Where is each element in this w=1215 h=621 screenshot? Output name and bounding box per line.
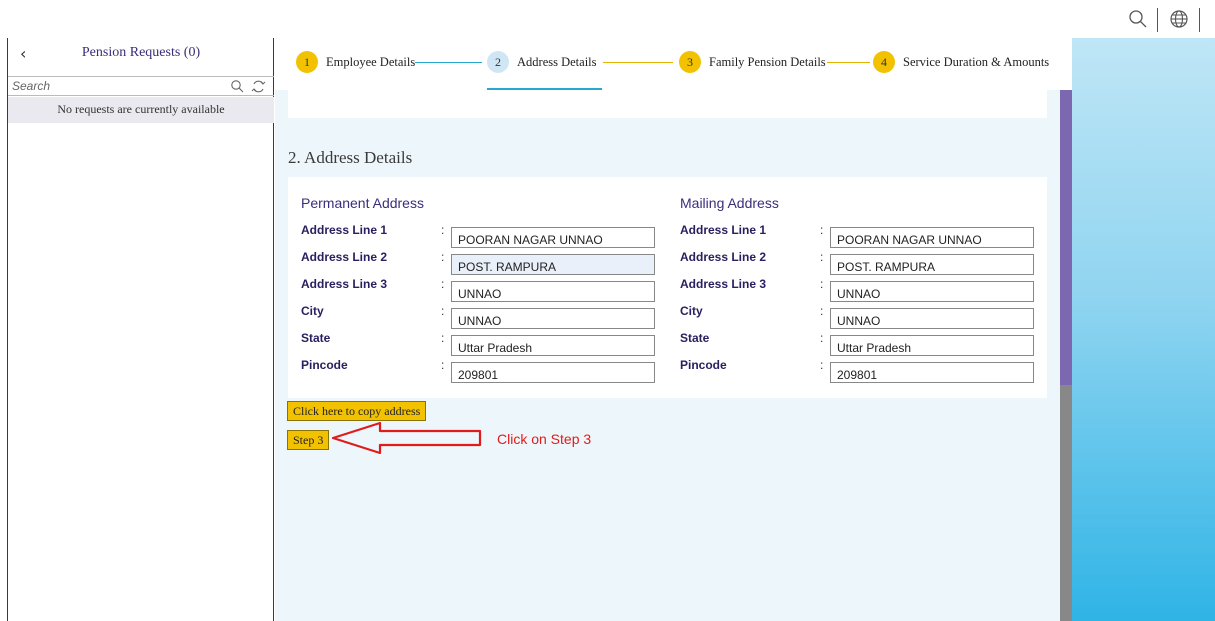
empty-requests-message: No requests are currently available (8, 97, 274, 123)
permanent-address-title: Permanent Address (301, 195, 424, 211)
mail-pincode-input[interactable] (830, 362, 1034, 383)
perm-state-label: State (301, 331, 331, 345)
perm-city-label: City (301, 304, 324, 318)
perm-address-line3-input[interactable] (451, 281, 655, 302)
red-arrow-annotation (332, 421, 482, 455)
mail-state-label: State (680, 331, 710, 345)
section-title: 2. Address Details (288, 148, 413, 167)
step-service-duration-amounts[interactable]: 4 Service Duration & Amounts (873, 50, 1049, 74)
step-label: Employee Details (326, 54, 416, 69)
step-label: Family Pension Details (709, 54, 826, 69)
annotation-text: Click on Step 3 (497, 431, 592, 447)
colon: : (820, 223, 824, 237)
mail-city-label: City (680, 304, 703, 318)
perm-address-line1-label: Address Line 1 (301, 223, 388, 237)
main-panel: 1 Employee Details 2 Address Details 3 F… (275, 38, 1072, 621)
step-employee-details[interactable]: 1 Employee Details (296, 50, 415, 74)
mail-address-line3-input[interactable] (830, 281, 1034, 302)
address-panel: Permanent Address Mailing Address Addres… (288, 177, 1047, 398)
perm-city-input[interactable] (451, 308, 655, 329)
toolbar-divider (1157, 8, 1158, 32)
colon: : (441, 223, 445, 237)
step-family-pension-details[interactable]: 3 Family Pension Details (679, 50, 826, 74)
colon: : (820, 331, 824, 345)
search-icon[interactable] (230, 79, 245, 94)
toolbar-divider (1199, 8, 1200, 32)
step-connector (603, 62, 673, 63)
step-number-badge: 4 (873, 51, 895, 73)
search-icon[interactable] (1127, 8, 1149, 30)
colon: : (820, 277, 824, 291)
sidebar-header: ‹ Pension Requests (0) (8, 38, 273, 78)
form-content: 2. Address Details Permanent Address Mai… (275, 90, 1060, 621)
step-number-badge: 1 (296, 51, 318, 73)
mail-state-input[interactable] (830, 335, 1034, 356)
mail-address-line2-input[interactable] (830, 254, 1034, 275)
refresh-icon[interactable] (251, 79, 266, 94)
colon: : (820, 358, 824, 372)
perm-state-input[interactable] (451, 335, 655, 356)
colon: : (441, 358, 445, 372)
step-label: Address Details (517, 54, 597, 69)
wizard-stepper: 1 Employee Details 2 Address Details 3 F… (275, 38, 1072, 90)
perm-address-line3-label: Address Line 3 (301, 277, 388, 291)
perm-address-line1-input[interactable] (451, 227, 655, 248)
sidebar-title: Pension Requests (0) (81, 45, 201, 60)
mail-address-line1-input[interactable] (830, 227, 1034, 248)
step-connector (415, 62, 482, 63)
top-bar (0, 0, 1215, 38)
mail-address-line3-label: Address Line 3 (680, 277, 767, 291)
mail-pincode-label: Pincode (680, 358, 727, 372)
step-connector (827, 62, 870, 63)
previous-section-strip (288, 90, 1047, 118)
decorative-background (1072, 38, 1215, 621)
colon: : (441, 250, 445, 264)
mail-city-input[interactable] (830, 308, 1034, 329)
colon: : (820, 304, 824, 318)
step-number-badge: 3 (679, 51, 701, 73)
pension-requests-sidebar: ‹ Pension Requests (0) No requests are c… (7, 38, 274, 621)
copy-address-button[interactable]: Click here to copy address (287, 401, 427, 421)
perm-pincode-input[interactable] (451, 362, 655, 383)
perm-address-line2-label: Address Line 2 (301, 250, 388, 264)
colon: : (820, 250, 824, 264)
colon: : (441, 304, 445, 318)
search-input[interactable] (12, 78, 212, 94)
mail-address-line2-label: Address Line 2 (680, 250, 767, 264)
step-number-badge: 2 (487, 51, 509, 73)
colon: : (441, 331, 445, 345)
step-address-details[interactable]: 2 Address Details (487, 50, 597, 74)
perm-pincode-label: Pincode (301, 358, 348, 372)
step-label: Service Duration & Amounts (903, 54, 1050, 69)
perm-address-line2-input[interactable] (451, 254, 655, 275)
colon: : (441, 277, 445, 291)
globe-icon[interactable] (1168, 8, 1190, 30)
mail-address-line1-label: Address Line 1 (680, 223, 767, 237)
sidebar-search-bar (8, 76, 274, 96)
vertical-scrollbar[interactable] (1060, 90, 1072, 621)
step3-button[interactable]: Step 3 (287, 430, 330, 450)
scrollbar-thumb[interactable] (1060, 90, 1072, 385)
mailing-address-title: Mailing Address (680, 195, 779, 211)
